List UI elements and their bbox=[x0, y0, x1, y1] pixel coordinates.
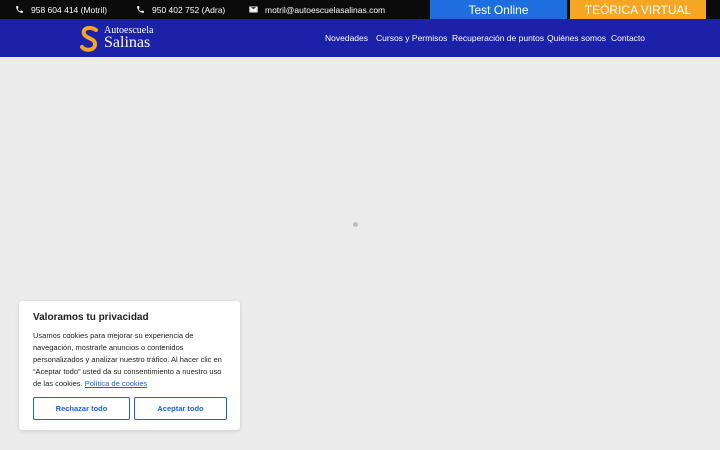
contact-phone-adra[interactable]: 950 402 752 (Adra) bbox=[136, 0, 225, 19]
main-navbar: Autoescuela Salinas Novedades Cursos y P… bbox=[0, 19, 720, 57]
logo-text: Autoescuela Salinas bbox=[104, 26, 153, 51]
phone-icon bbox=[137, 6, 144, 13]
contact-email[interactable]: motril@autoescuelasalinas.com bbox=[249, 0, 385, 19]
site-logo[interactable]: Autoescuela Salinas bbox=[80, 25, 153, 52]
envelope-icon bbox=[249, 6, 258, 13]
teorica-virtual-button[interactable]: TEÓRICA VIRTUAL bbox=[570, 0, 706, 19]
nav-contacto[interactable]: Contacto bbox=[611, 19, 645, 57]
contact-text: 958 604 414 (Motril) bbox=[31, 4, 108, 15]
loading-spinner-icon bbox=[353, 222, 358, 227]
cookie-description: Usamos cookies para mejorar su experienc… bbox=[33, 330, 229, 390]
accept-all-button[interactable]: Aceptar todo bbox=[134, 397, 227, 420]
nav-novedades[interactable]: Novedades bbox=[325, 19, 368, 57]
contact-text: 950 402 752 (Adra) bbox=[152, 4, 226, 15]
test-online-button[interactable]: Test Online bbox=[430, 0, 567, 19]
cookie-title: Valoramos tu privacidad bbox=[33, 312, 149, 323]
logo-bottom: Salinas bbox=[104, 34, 151, 51]
cookie-policy-link[interactable]: Política de cookies bbox=[85, 379, 148, 388]
nav-cursos-permisos[interactable]: Cursos y Permisos bbox=[376, 19, 447, 57]
reject-all-button[interactable]: Rechazar todo bbox=[33, 397, 130, 420]
nav-quienes-somos[interactable]: Quiénes somos bbox=[547, 19, 606, 57]
contact-text: motril@autoescuelasalinas.com bbox=[265, 4, 386, 15]
phone-icon bbox=[16, 6, 23, 13]
cookie-consent-banner: Valoramos tu privacidad Usamos cookies p… bbox=[19, 301, 240, 430]
top-contact-bar: 958 604 414 (Motril) 950 402 752 (Adra) … bbox=[0, 0, 720, 19]
logo-s-icon bbox=[80, 25, 98, 52]
nav-recuperacion-puntos[interactable]: Recuperación de puntos bbox=[452, 19, 544, 57]
contact-phone-motril[interactable]: 958 604 414 (Motril) bbox=[15, 0, 107, 19]
